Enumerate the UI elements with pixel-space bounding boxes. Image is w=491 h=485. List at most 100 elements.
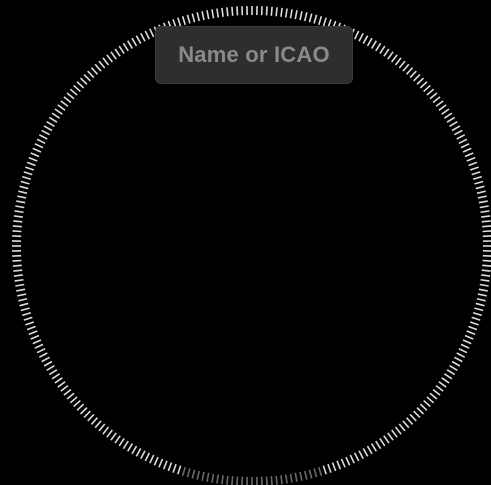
bezel-tick bbox=[38, 134, 48, 140]
bezel-tick bbox=[423, 84, 431, 93]
bezel-tick bbox=[479, 283, 489, 287]
bezel-tick bbox=[464, 334, 474, 340]
bezel-tick bbox=[471, 171, 481, 176]
bezel-tick bbox=[358, 450, 364, 460]
bezel-tick bbox=[474, 307, 484, 312]
bezel-tick bbox=[426, 88, 435, 96]
bezel-tick bbox=[482, 230, 491, 233]
bezel-tick bbox=[398, 60, 406, 69]
bezel-tick bbox=[419, 81, 428, 89]
bezel-tick bbox=[370, 443, 378, 452]
bezel-tick bbox=[16, 200, 26, 204]
bezel-tick bbox=[98, 423, 106, 432]
bezel-tick bbox=[144, 30, 151, 40]
bezel-tick bbox=[299, 471, 303, 481]
bezel-tick bbox=[318, 16, 323, 26]
bezel-tick bbox=[118, 45, 125, 55]
bezel-tick bbox=[416, 407, 425, 415]
bezel-tick bbox=[375, 42, 382, 52]
bezel-tick bbox=[482, 225, 491, 228]
bezel-tick bbox=[98, 60, 106, 69]
bezel-tick bbox=[456, 134, 466, 140]
bezel-tick bbox=[481, 220, 491, 223]
bezel-tick bbox=[106, 54, 113, 63]
bezel-tick bbox=[226, 7, 229, 17]
bezel-tick bbox=[313, 14, 318, 24]
bezel-tick bbox=[43, 125, 53, 132]
bezel-tick bbox=[226, 475, 229, 485]
search-placeholder: Name or ICAO bbox=[178, 42, 330, 67]
bezel-tick bbox=[14, 210, 24, 214]
bezel-tick bbox=[126, 40, 134, 49]
bezel-tick bbox=[83, 410, 91, 419]
bezel-tick bbox=[211, 473, 215, 483]
bezel-tick bbox=[318, 466, 323, 476]
bezel-tick bbox=[94, 420, 102, 429]
bezel-tick bbox=[162, 460, 168, 470]
bezel-tick bbox=[46, 364, 55, 372]
bezel-tick bbox=[216, 8, 220, 18]
bezel-tick bbox=[280, 7, 283, 17]
bezel-tick bbox=[87, 70, 95, 79]
bezel-tick bbox=[181, 16, 186, 26]
bezel-tick bbox=[30, 152, 40, 158]
bezel-tick bbox=[449, 120, 458, 128]
bezel-tick bbox=[438, 104, 447, 111]
bezel-tick bbox=[387, 51, 394, 60]
bezel-tick bbox=[441, 108, 450, 115]
bezel-tick bbox=[394, 57, 402, 66]
bezel-tick bbox=[28, 156, 38, 162]
bezel-tick bbox=[211, 9, 215, 19]
bezel-tick bbox=[66, 92, 75, 100]
bezel-tick bbox=[472, 312, 482, 317]
bezel-tick bbox=[36, 347, 46, 354]
bezel-tick bbox=[236, 6, 239, 16]
bezel-tick bbox=[313, 468, 318, 478]
search-input[interactable]: Name or ICAO bbox=[155, 26, 353, 84]
bezel-tick bbox=[462, 339, 472, 345]
bezel-tick bbox=[462, 147, 472, 153]
bezel-tick bbox=[375, 440, 382, 450]
bezel-tick bbox=[426, 396, 435, 404]
bezel-tick bbox=[349, 454, 355, 464]
bezel-tick bbox=[149, 454, 155, 464]
bezel-tick bbox=[90, 67, 99, 75]
bezel-tick bbox=[402, 63, 410, 72]
bezel-tick bbox=[409, 413, 417, 422]
bezel-tick bbox=[106, 429, 113, 438]
bezel-tick bbox=[43, 360, 53, 367]
bezel-tick bbox=[23, 316, 33, 321]
bezel-tick bbox=[379, 45, 386, 55]
bezel-tick bbox=[206, 10, 210, 20]
bezel-tick bbox=[481, 274, 491, 277]
bezel-tick bbox=[416, 77, 425, 85]
bezel-tick bbox=[475, 185, 485, 190]
bezel-tick bbox=[206, 472, 210, 482]
bezel-tick bbox=[398, 423, 406, 432]
bezel-tick bbox=[236, 476, 239, 485]
bezel-tick bbox=[221, 475, 224, 485]
bezel-tick bbox=[362, 35, 369, 44]
bezel-tick bbox=[54, 377, 63, 384]
bezel-tick bbox=[13, 215, 23, 218]
bezel-tick bbox=[118, 437, 125, 447]
bezel-tick bbox=[73, 84, 81, 93]
bezel-tick bbox=[405, 67, 414, 75]
bezel-tick bbox=[449, 364, 458, 372]
bezel-tick bbox=[63, 96, 72, 104]
bezel-tick bbox=[60, 385, 69, 392]
bezel-tick bbox=[303, 470, 308, 480]
bezel-tick bbox=[87, 413, 95, 422]
bezel-tick bbox=[221, 7, 224, 17]
bezel-tick bbox=[149, 28, 155, 38]
bezel-tick bbox=[391, 54, 398, 63]
bezel-tick bbox=[140, 450, 146, 460]
bezel-tick bbox=[69, 396, 78, 404]
bezel-tick bbox=[131, 37, 138, 47]
bezel-tick bbox=[480, 278, 490, 282]
bezel-tick bbox=[12, 230, 22, 233]
bezel-tick bbox=[20, 180, 30, 185]
bezel-tick bbox=[443, 112, 453, 119]
bezel-tick bbox=[18, 190, 28, 195]
bezel-tick bbox=[19, 185, 29, 190]
